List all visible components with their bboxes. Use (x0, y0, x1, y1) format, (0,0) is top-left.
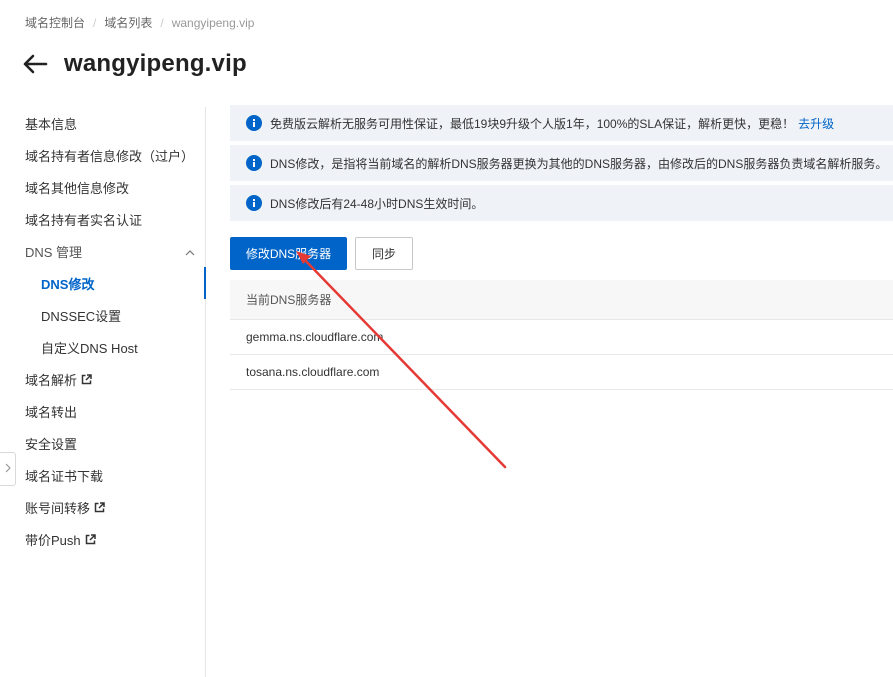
sidebar-item-dnssec[interactable]: DNSSEC设置 (41, 299, 121, 331)
page: 域名控制台 / 域名列表 / wangyipeng.vip wangyipeng… (0, 0, 893, 677)
table-row: gemma.ns.cloudflare.com (230, 320, 893, 355)
info-icon (246, 195, 262, 211)
sidebar-item-label: 带价Push (25, 532, 81, 548)
sidebar-group-label: DNS 管理 (25, 244, 83, 260)
alert-upgrade: 免费版云解析无服务可用性保证，最低19块9升级个人版1年，100%的SLA保证，… (230, 105, 893, 141)
external-link-icon (85, 533, 96, 545)
info-icon (246, 155, 262, 171)
breadcrumb-domain-console[interactable]: 域名控制台 (25, 14, 85, 31)
sidebar-item-label: 域名解析 (25, 372, 78, 388)
sidebar-item-basic-info[interactable]: 基本信息 (25, 107, 77, 139)
modify-dns-server-button[interactable]: 修改DNS服务器 (230, 237, 347, 270)
sidebar-item-holder-change[interactable]: 域名持有者信息修改（过户） (25, 139, 194, 171)
active-indicator (204, 267, 206, 299)
sidebar-expand-handle[interactable] (0, 452, 16, 486)
info-icon (246, 115, 262, 131)
upgrade-link[interactable]: 去升级 (798, 115, 834, 132)
alert-text: DNS修改后有24-48小时DNS生效时间。 (270, 196, 484, 211)
alert-text: DNS修改，是指将当前域名的解析DNS服务器更换为其他的DNS服务器，由修改后的… (270, 156, 888, 171)
sidebar-item-cert-download[interactable]: 域名证书下载 (25, 459, 103, 491)
external-link-icon (94, 501, 105, 513)
breadcrumb-current: wangyipeng.vip (171, 15, 255, 30)
breadcrumb: 域名控制台 / 域名列表 / wangyipeng.vip (25, 14, 254, 31)
sidebar-item-label: 账号间转移 (25, 500, 91, 516)
alert-dns-effective-time: DNS修改后有24-48小时DNS生效时间。 (230, 185, 893, 221)
page-title: wangyipeng.vip (64, 50, 247, 77)
chevron-right-icon (5, 460, 11, 478)
sidebar-item-realname-auth[interactable]: 域名持有者实名认证 (25, 203, 142, 235)
sidebar-item-security[interactable]: 安全设置 (25, 427, 77, 459)
breadcrumb-separator: / (160, 15, 164, 30)
alert-dns-modify-info: DNS修改，是指将当前域名的解析DNS服务器更换为其他的DNS服务器，由修改后的… (230, 145, 893, 181)
title-row: wangyipeng.vip (22, 48, 247, 80)
sidebar-item-priced-push[interactable]: 带价Push (25, 523, 96, 555)
back-arrow-icon[interactable] (22, 50, 50, 78)
sidebar-item-custom-dns-host[interactable]: 自定义DNS Host (41, 331, 138, 363)
alert-text: 免费版云解析无服务可用性保证，最低19块9升级个人版1年，100%的SLA保证，… (270, 116, 795, 131)
table-header: 当前DNS服务器 (230, 280, 893, 320)
sidebar-group-dns-management[interactable]: DNS 管理 (25, 235, 195, 267)
breadcrumb-separator: / (93, 15, 97, 30)
sidebar-item-account-transfer[interactable]: 账号间转移 (25, 491, 105, 523)
sidebar-item-transfer-out[interactable]: 域名转出 (25, 395, 77, 427)
breadcrumb-domain-list[interactable]: 域名列表 (104, 14, 152, 31)
sidebar-item-other-info[interactable]: 域名其他信息修改 (25, 171, 129, 203)
external-link-icon (81, 373, 92, 385)
dns-server-table: 当前DNS服务器 gemma.ns.cloudflare.com tosana.… (230, 280, 893, 390)
table-row: tosana.ns.cloudflare.com (230, 355, 893, 390)
sync-button[interactable]: 同步 (355, 237, 413, 270)
sidebar-item-dns-resolve[interactable]: 域名解析 (25, 363, 92, 395)
sidebar-item-dns-modify[interactable]: DNS修改 (41, 267, 94, 299)
chevron-up-icon (185, 244, 195, 259)
